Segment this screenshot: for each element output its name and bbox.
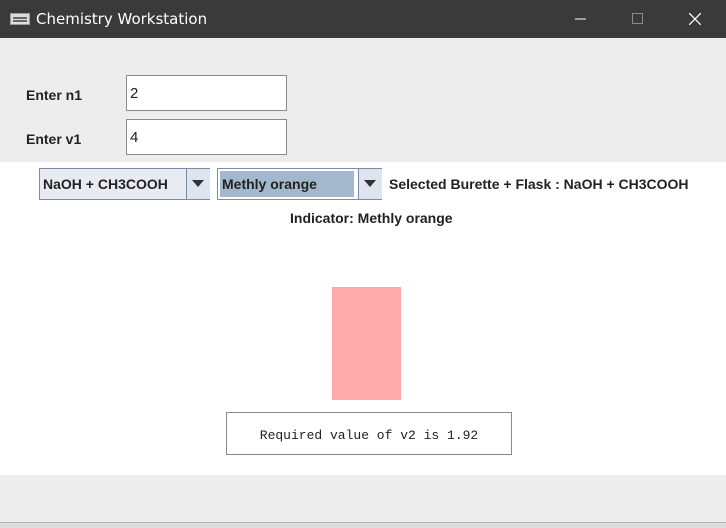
- input-panel: [0, 38, 726, 162]
- maximize-icon: [632, 13, 643, 24]
- reaction-select-value: NaOH + CH3COOH: [43, 176, 168, 192]
- reaction-dropdown-button[interactable]: [186, 169, 210, 199]
- indicator-select[interactable]: Methly orange: [217, 168, 382, 200]
- v1-input[interactable]: [126, 119, 287, 155]
- n1-input[interactable]: [126, 75, 287, 111]
- window-title: Chemistry Workstation: [36, 10, 208, 28]
- flask-color-swatch: [332, 287, 401, 400]
- bottom-panel: [0, 475, 726, 528]
- minimize-icon: [575, 18, 586, 20]
- maximize-button[interactable]: [615, 0, 661, 38]
- v1-label: Enter v1: [26, 131, 82, 147]
- minimize-button[interactable]: [558, 0, 604, 38]
- result-box: Required value of v2 is 1.92: [226, 412, 512, 455]
- n1-label: Enter n1: [26, 87, 83, 103]
- close-icon: [689, 13, 701, 25]
- selected-burette-flask-label: Selected Burette + Flask : NaOH + CH3COO…: [389, 176, 689, 192]
- result-text: Required value of v2 is 1.92: [259, 428, 479, 443]
- close-button[interactable]: [672, 0, 718, 38]
- bottom-edge: [0, 522, 726, 528]
- reaction-select[interactable]: NaOH + CH3COOH: [39, 168, 210, 200]
- indicator-select-value: Methly orange: [220, 171, 354, 197]
- app-icon: [10, 13, 30, 25]
- chevron-down-icon: [364, 180, 376, 187]
- chevron-down-icon: [192, 180, 204, 187]
- title-bar: Chemistry Workstation: [0, 0, 726, 38]
- indicator-label: Indicator: Methly orange: [290, 210, 453, 226]
- indicator-dropdown-button[interactable]: [358, 169, 382, 199]
